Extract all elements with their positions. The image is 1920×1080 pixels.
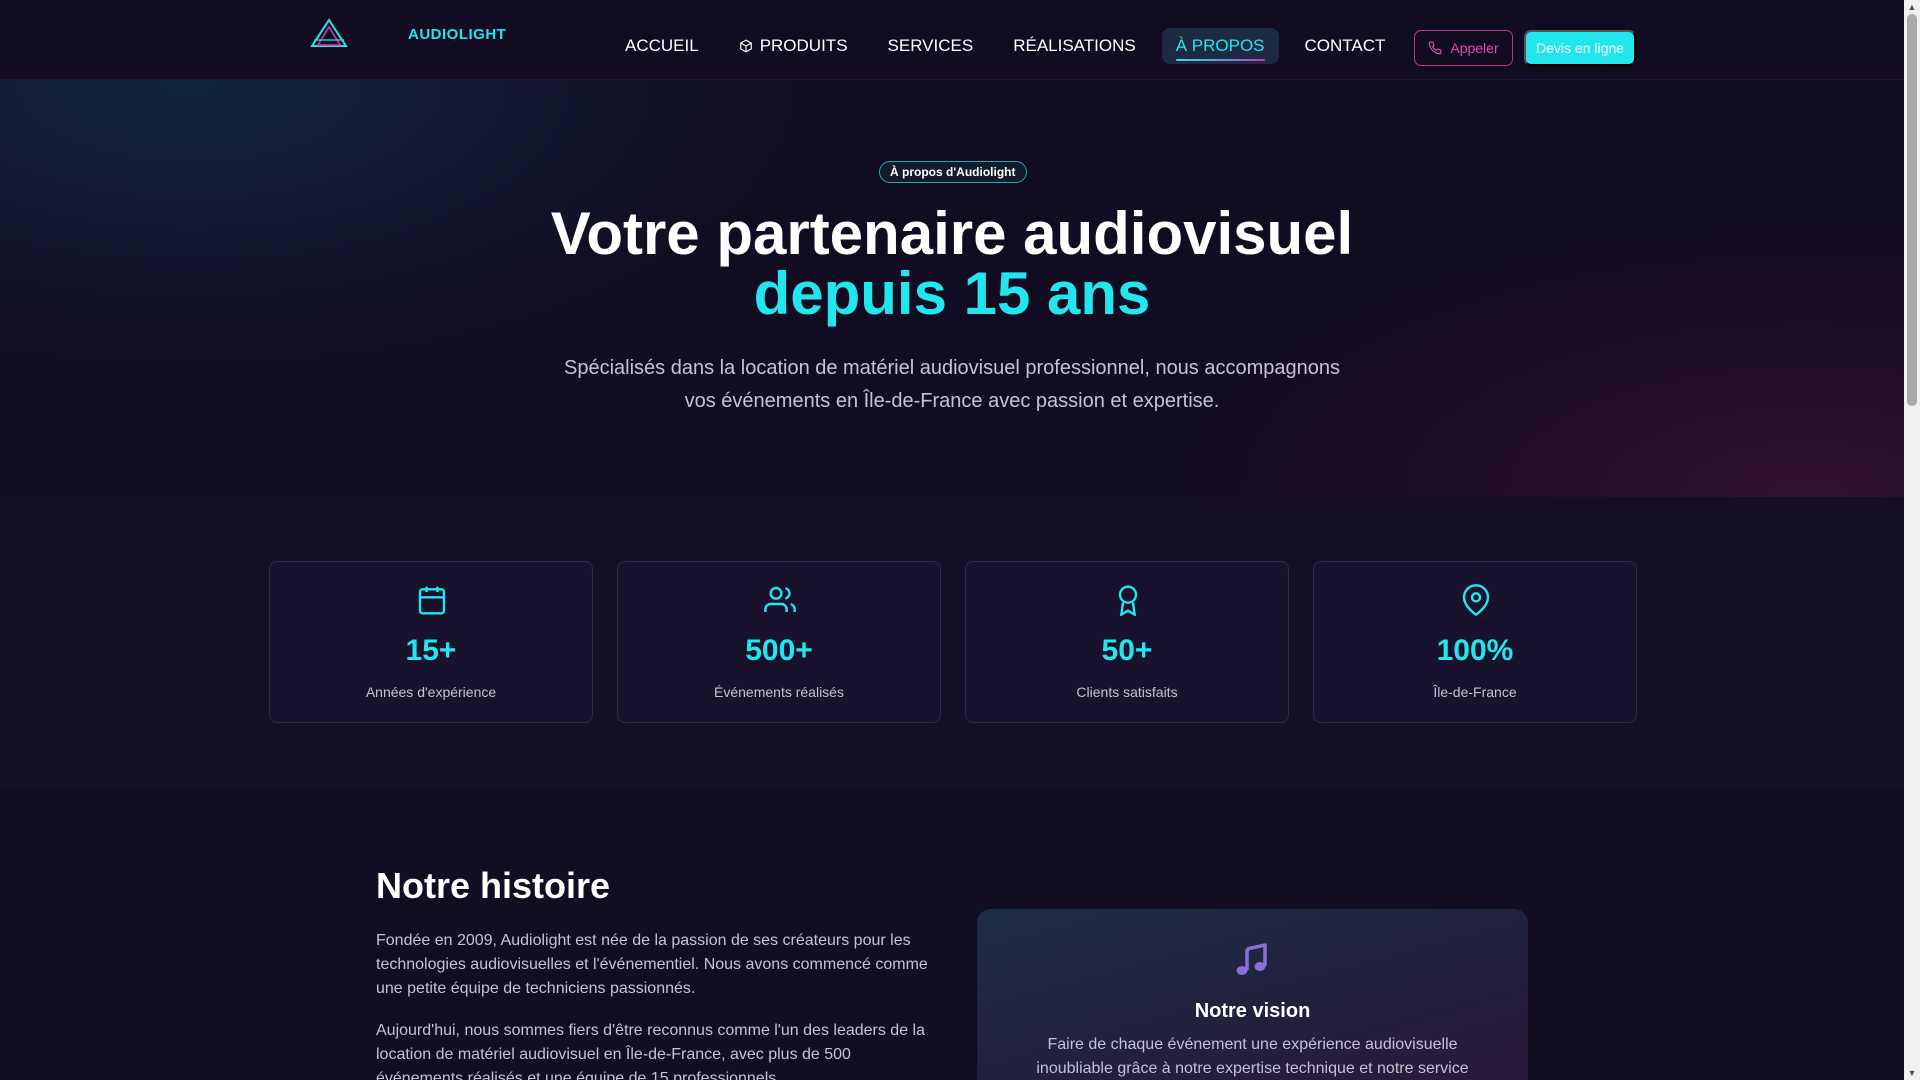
triangle-logo-icon[interactable]: [310, 18, 348, 48]
phone-icon: [1429, 41, 1442, 55]
history-title: Notre histoire: [376, 865, 611, 906]
vision-text: Faire de chaque événement une expérience…: [1036, 1036, 1469, 1077]
nav-label: À PROPOS: [1175, 36, 1265, 55]
nav-item-produits[interactable]: PRODUITS: [725, 28, 862, 64]
history-paragraph-1: Fondée en 2009, Audiolight est née de la…: [376, 932, 928, 997]
stat-label: Clients satisfaits: [1076, 684, 1178, 700]
nav-item-accueil[interactable]: ACCUEIL: [611, 28, 713, 64]
top-navbar: AUDIOLIGHT ACCUEIL PRODUITS SERVICES RÉA…: [0, 0, 1904, 80]
stat-label: Années d'expérience: [365, 684, 497, 700]
scroll-thumb[interactable]: [1907, 14, 1917, 406]
quote-label: Devis en ligne: [1536, 40, 1624, 56]
call-label: Appeler: [1450, 40, 1499, 56]
stat-value: 100%: [1436, 634, 1514, 667]
hero-section: À propos d'Audiolight Votre partenaire a…: [0, 80, 1904, 497]
nav-label: ACCUEIL: [625, 36, 699, 55]
calendar-icon: [418, 586, 446, 615]
scroll-down-arrow-icon[interactable]: ▼: [1904, 1066, 1920, 1080]
nav-label: CONTACT: [1304, 36, 1386, 55]
users-icon: [764, 586, 796, 612]
music-note-icon: [1236, 943, 1267, 975]
history-section: Notre histoire Fondée en 2009, Audioligh…: [0, 787, 1904, 1080]
stat-card-clients: 50+ Clients satisfaits: [965, 561, 1289, 723]
vision-title: Notre vision: [1194, 1000, 1311, 1022]
award-icon: [1118, 585, 1138, 616]
stat-value: 50+: [1101, 634, 1153, 667]
box-icon: [739, 39, 752, 53]
stat-label: Île-de-France: [1433, 684, 1517, 700]
quote-button[interactable]: Devis en ligne: [1524, 30, 1636, 66]
stat-value: 500+: [745, 634, 813, 667]
main-menu: ACCUEIL PRODUITS SERVICES RÉALISATIONS À…: [611, 28, 1411, 64]
stat-card-events: 500+ Événements réalisés: [617, 561, 941, 723]
history-paragraph-2: Aujourd'hui, nous sommes fiers d'être re…: [376, 1022, 925, 1080]
hero-title: Votre partenaire audiovisuel depuis 15 a…: [0, 204, 1904, 324]
nav-label: SERVICES: [887, 36, 974, 55]
scroll-up-arrow-icon[interactable]: ▲: [1904, 0, 1920, 14]
about-badge: À propos d'Audiolight: [879, 161, 1027, 183]
call-button[interactable]: Appeler: [1414, 30, 1513, 66]
stats-section: 15+ Années d'expérience 500+ Événements …: [0, 497, 1904, 787]
nav-label: PRODUITS: [759, 36, 848, 55]
nav-item-a-propos[interactable]: À PROPOS: [1161, 28, 1279, 64]
vision-card: Notre vision Faire de chaque événement u…: [977, 909, 1528, 1080]
nav-item-contact[interactable]: CONTACT: [1291, 28, 1400, 64]
hero-title-line1: Votre partenaire audiovisuel: [550, 200, 1354, 267]
hero-subtitle: Spécialisés dans la location de matériel…: [563, 357, 1341, 412]
page-scrollbar[interactable]: ▲ ▼: [1904, 0, 1920, 1080]
nav-item-services[interactable]: SERVICES: [874, 28, 988, 64]
stat-value: 15+: [405, 634, 457, 667]
stat-card-region: 100% Île-de-France: [1313, 561, 1637, 723]
nav-label: RÉALISATIONS: [1013, 36, 1136, 55]
hero-title-accent: depuis 15 ans: [753, 260, 1151, 327]
map-pin-icon: [1462, 584, 1490, 616]
stat-label: Événements réalisés: [714, 684, 844, 700]
stat-card-experience: 15+ Années d'expérience: [269, 561, 593, 723]
brand-name[interactable]: AUDIOLIGHT: [408, 26, 506, 43]
nav-item-realisations[interactable]: RÉALISATIONS: [999, 28, 1150, 64]
